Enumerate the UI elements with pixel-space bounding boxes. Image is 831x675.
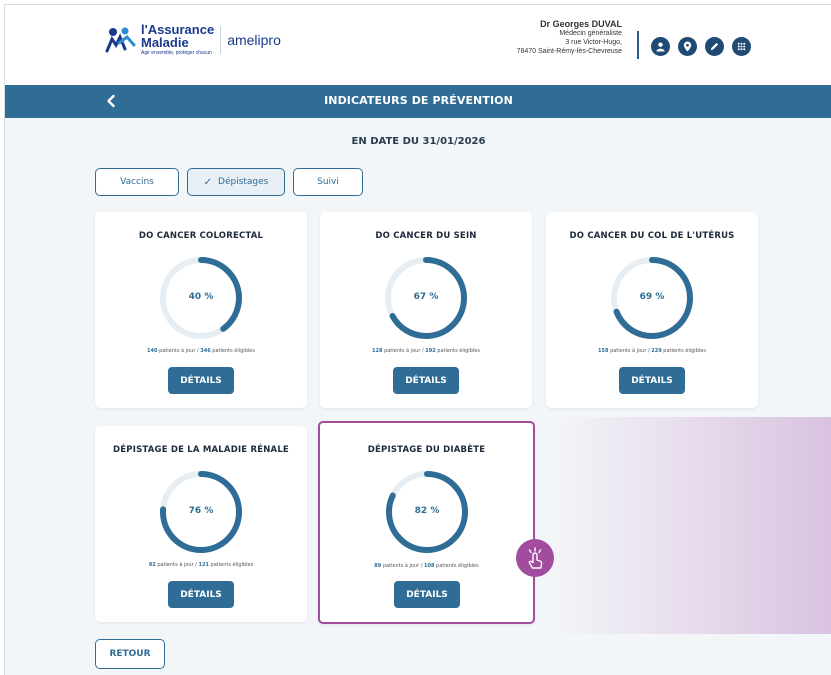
card-title: DO CANCER DU SEIN (375, 231, 477, 241)
doctor-name: Dr Georges DUVAL (540, 19, 622, 29)
patients-stats: 140 patients à jour / 346 patients éligi… (147, 348, 255, 354)
assurance-maladie-logo: l'Assurance Maladie Agir ensemble, proté… (103, 23, 281, 56)
progress-percent: 67 % (413, 292, 439, 302)
app-header: l'Assurance Maladie Agir ensemble, proté… (5, 5, 831, 85)
progress-ring: 69 % (608, 254, 696, 342)
check-icon: ✓ (203, 176, 213, 188)
indicator-card-maladie-renale: DÉPISTAGE DE LA MALADIE RÉNALE 76 % 92 p… (95, 426, 307, 622)
details-button[interactable]: DÉTAILS (619, 367, 685, 394)
tab-suivi[interactable]: Suivi (293, 168, 363, 196)
app-frame: l'Assurance Maladie Agir ensemble, proté… (4, 4, 831, 675)
tab-depistages[interactable]: ✓ Dépistages (187, 168, 285, 196)
details-button[interactable]: DÉTAILS (394, 581, 460, 608)
details-button[interactable]: DÉTAILS (393, 367, 459, 394)
page-title-bar: INDICATEURS DE PRÉVENTION (5, 85, 831, 118)
progress-ring: 82 % (383, 468, 471, 556)
progress-percent: 82 % (414, 506, 440, 516)
card-title: DÉPISTAGE DE LA MALADIE RÉNALE (113, 445, 289, 455)
doctor-specialty: Médecin généraliste (559, 30, 622, 38)
card-title: DO CANCER COLORECTAL (138, 231, 264, 241)
decorative-gradient (550, 417, 831, 634)
progress-ring: 40 % (157, 254, 245, 342)
patients-stats: 92 patients à jour / 121 patients éligib… (148, 562, 254, 568)
amelipro-logo: amelipro (227, 31, 281, 48)
indicator-card-colorectal: DO CANCER COLORECTAL 40 % 140 patients à… (95, 212, 307, 408)
patients-stats: 158 patients à jour / 229 patients éligi… (598, 348, 706, 354)
date-label: EN DATE DU 31/01/2026 (351, 136, 486, 147)
doctor-address2: 78470 Saint-Rémy-lès-Chevreuse (516, 47, 622, 55)
assurance-maladie-emblem-icon (103, 25, 137, 55)
user-icon[interactable] (651, 37, 670, 56)
doctor-info: Dr Georges DUVAL Médecin généraliste 3 r… (517, 19, 622, 57)
patients-stats: 128 patients à jour / 192 patients éligi… (372, 348, 480, 354)
logo-line2: Maladie (141, 35, 189, 50)
tab-vaccins[interactable]: Vaccins (95, 168, 179, 196)
progress-ring: 76 % (157, 468, 245, 556)
patients-stats: 89 patients à jour / 108 patients éligib… (374, 563, 479, 569)
progress-percent: 76 % (188, 506, 214, 516)
edit-icon[interactable] (705, 37, 724, 56)
progress-percent: 69 % (639, 292, 665, 302)
progress-ring: 67 % (382, 254, 470, 342)
indicator-card-col-uterus: DO CANCER DU COL DE L'UTÉRUS 69 % 158 pa… (546, 212, 758, 408)
location-icon[interactable] (678, 37, 697, 56)
grid-icon[interactable] (732, 37, 751, 56)
page-title: INDICATEURS DE PRÉVENTION (324, 94, 513, 107)
tab-label: Dépistages (218, 177, 269, 187)
indicator-card-sein: DO CANCER DU SEIN 67 % 128 patients à jo… (320, 212, 532, 408)
header-divider (637, 31, 639, 59)
indicator-card-diabete: DÉPISTAGE DU DIABÈTE 82 % 89 patients à … (318, 421, 535, 624)
indicator-tabs: Vaccins ✓ Dépistages Suivi (95, 168, 363, 196)
card-title: DO CANCER DU COL DE L'UTÉRUS (569, 231, 735, 241)
card-title: DÉPISTAGE DU DIABÈTE (367, 445, 486, 455)
tab-label: Vaccins (120, 177, 154, 187)
tap-gesture-icon (516, 539, 554, 577)
tab-label: Suivi (317, 177, 339, 187)
details-button[interactable]: DÉTAILS (168, 581, 234, 608)
doctor-address1: 3 rue Victor-Hugo, (565, 39, 622, 46)
logo-tagline: Agir ensemble, protéger chacun (141, 50, 212, 56)
retour-button[interactable]: RETOUR (95, 639, 165, 669)
progress-percent: 40 % (188, 292, 214, 302)
logo-divider (220, 25, 222, 54)
details-button[interactable]: DÉTAILS (168, 367, 234, 394)
